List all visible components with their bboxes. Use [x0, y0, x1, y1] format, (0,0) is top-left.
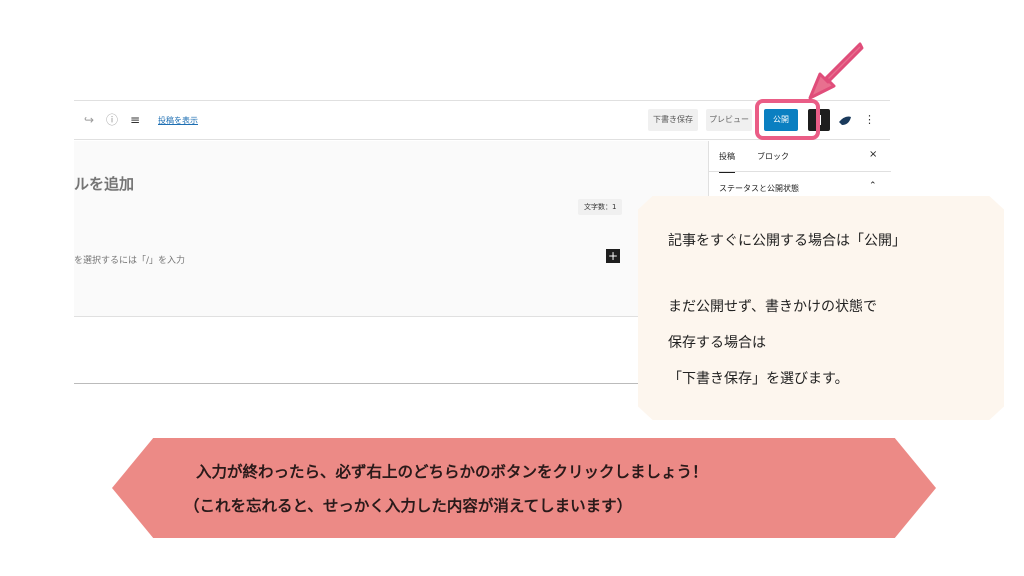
callout-line-3: 保存する場合は — [668, 335, 766, 351]
chevron-up-icon[interactable]: ⌃ — [869, 181, 877, 191]
explanation-callout: 記事をすぐに公開する場合は「公開」 まだ公開せず、書きかけの状態で 保存する場合… — [638, 196, 1004, 420]
block-placeholder[interactable]: を選択するには「/」を入力 — [74, 253, 185, 266]
list-view-icon[interactable]: ≡ — [130, 113, 140, 127]
reminder-banner: 入力が終わったら、必ず右上のどちらかのボタンをクリックしましょう！ （これを忘れ… — [112, 438, 936, 538]
close-icon[interactable]: × — [869, 149, 877, 160]
view-post-link[interactable]: 投稿を表示 — [158, 115, 198, 126]
add-block-icon[interactable]: + — [606, 249, 620, 263]
sidebar-divider — [709, 171, 891, 172]
tab-block[interactable]: ブロック — [757, 151, 789, 162]
char-count-badge: 文字数：1 — [578, 199, 623, 215]
callout-line-2: まだ公開せず、書きかけの状態で — [668, 299, 878, 315]
banner-line-1: 入力が終わったら、必ず右上のどちらかのボタンをクリックしましょう！ — [196, 463, 708, 481]
info-icon[interactable]: ⓘ — [106, 113, 118, 127]
status-section-title[interactable]: ステータスと公開状態 — [719, 183, 799, 194]
post-title-placeholder[interactable]: ルを追加 — [74, 173, 134, 194]
divider — [74, 383, 644, 384]
preview-button[interactable]: プレビュー — [706, 109, 752, 131]
redo-icon[interactable]: ↪ — [84, 113, 94, 127]
more-options-icon[interactable]: ⋮ — [864, 113, 875, 127]
callout-line-4: 「下書き保存」を選びます。 — [668, 371, 849, 387]
publish-highlight-box — [755, 99, 820, 140]
save-draft-button[interactable]: 下書き保存 — [648, 109, 698, 131]
pointer-arrow-icon — [808, 42, 864, 100]
banner-line-2: （これを忘れると、せっかく入力した内容が消えてしまいます） — [184, 497, 633, 515]
callout-line-1: 記事をすぐに公開する場合は「公開」 — [668, 233, 906, 249]
editor-canvas: ルを追加 文字数：1 を選択するには「/」を入力 + — [74, 141, 708, 317]
plugin-logo-icon[interactable] — [838, 113, 852, 127]
tab-post[interactable]: 投稿 — [719, 151, 735, 173]
